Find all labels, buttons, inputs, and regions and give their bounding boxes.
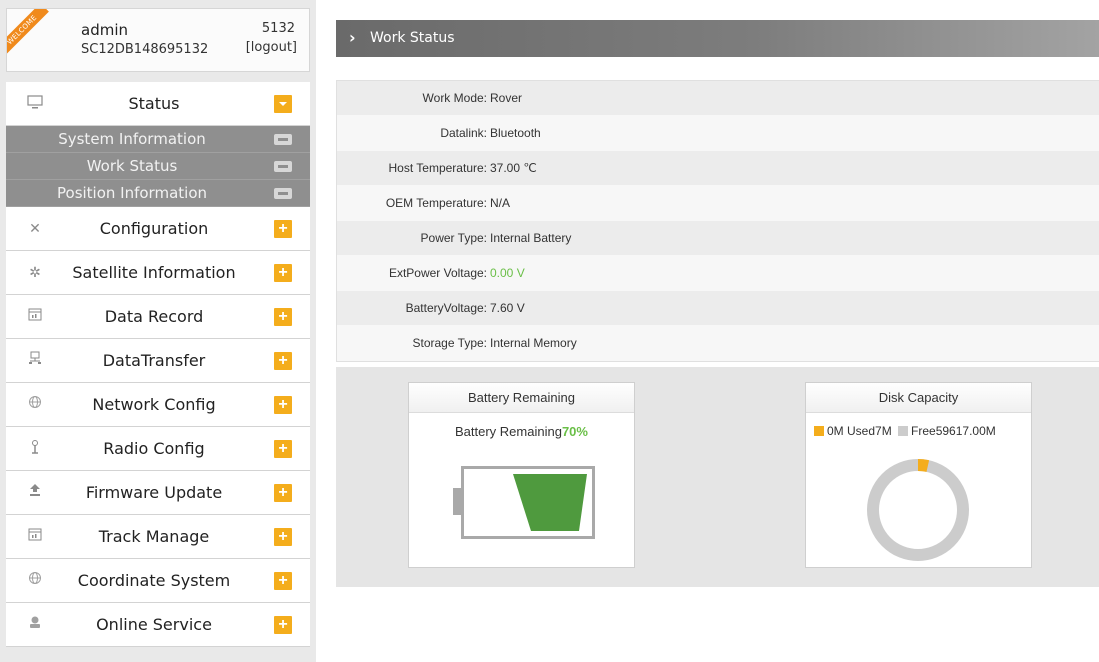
menu-item-radio-config[interactable]: Radio Config +	[6, 427, 310, 471]
status-key: Work Mode:	[422, 91, 487, 105]
main-content: › Work Status Work Mode: Rover Datalink:…	[336, 8, 1099, 662]
device-code: 5132	[261, 21, 295, 36]
monitor-icon	[26, 94, 44, 112]
plus-icon[interactable]: +	[274, 264, 292, 282]
submenu-item-work-status[interactable]: Work Status	[6, 153, 310, 180]
menu-item-coordinate-system[interactable]: Coordinate System +	[6, 559, 310, 603]
battery-percent: 70%	[561, 424, 588, 439]
plus-icon[interactable]: +	[274, 308, 292, 326]
status-value: 7.60 V	[490, 301, 525, 315]
menu-item-datatransfer[interactable]: DataTransfer +	[6, 339, 310, 383]
antenna-icon	[26, 439, 44, 457]
sidebar: WELCOME admin SC12DB148695132 5132 [logo…	[0, 0, 316, 662]
disk-panel-title: Disk Capacity	[806, 383, 1031, 413]
status-key: Host Temperature:	[388, 161, 488, 175]
globe-icon	[26, 571, 44, 589]
donut-free-segment	[867, 459, 969, 561]
status-value: 37.00 ℃	[490, 161, 537, 175]
status-key: BatteryVoltage:	[405, 301, 487, 315]
collapse-toggle-icon[interactable]	[274, 95, 292, 113]
work-status-list: Work Mode: Rover Datalink: Bluetooth Hos…	[336, 80, 1099, 362]
disk-panel: Disk Capacity 0M Used7M Free59617.00M	[805, 382, 1032, 568]
battery-icon	[461, 466, 595, 539]
battery-remaining-label: Battery Remaining	[455, 424, 562, 439]
minus-icon	[274, 161, 292, 172]
submenu-item-system-information[interactable]: System Information	[6, 126, 310, 153]
username: admin	[81, 21, 128, 39]
battery-panel-title: Battery Remaining	[409, 383, 634, 413]
used-swatch	[814, 426, 824, 436]
plus-icon[interactable]: +	[274, 572, 292, 590]
plus-icon[interactable]: +	[274, 220, 292, 238]
page-title-bar: › Work Status	[336, 20, 1099, 57]
globe-icon	[26, 395, 44, 413]
legend-used: 0M Used7M	[827, 424, 892, 438]
status-key: Power Type:	[420, 231, 487, 245]
network-icon	[26, 351, 44, 369]
welcome-ribbon: WELCOME	[7, 9, 49, 57]
status-row-work-mode: Work Mode: Rover	[337, 81, 1099, 116]
battery-terminal	[453, 488, 461, 515]
plus-icon[interactable]: +	[274, 396, 292, 414]
device-serial: SC12DB148695132	[81, 42, 209, 57]
status-value: Internal Memory	[490, 336, 577, 350]
plus-icon[interactable]: +	[274, 528, 292, 546]
plus-icon[interactable]: +	[274, 440, 292, 458]
nav-menu: Status System Information Work Status Po…	[6, 82, 310, 647]
status-key: ExtPower Voltage:	[388, 266, 487, 280]
calendar-icon	[26, 307, 44, 325]
status-value: 0.00 V	[490, 266, 525, 280]
status-row-storage-type: Storage Type: Internal Memory	[337, 326, 1099, 361]
battery-panel: Battery Remaining Battery Remaining70%	[408, 382, 635, 568]
minus-icon	[274, 134, 292, 145]
upload-icon	[26, 483, 44, 501]
menu-item-online-service[interactable]: Online Service +	[6, 603, 310, 647]
page-title: Work Status	[370, 30, 455, 46]
disk-legend: 0M Used7M Free59617.00M	[814, 424, 996, 438]
menu-item-status[interactable]: Status	[6, 82, 310, 126]
status-key: Storage Type:	[412, 336, 488, 350]
plus-icon[interactable]: +	[274, 616, 292, 634]
minus-icon	[274, 188, 292, 199]
status-row-oem-temperature: OEM Temperature: N/A	[337, 186, 1099, 221]
status-value: N/A	[490, 196, 511, 210]
menu-item-network-config[interactable]: Network Config +	[6, 383, 310, 427]
status-row-host-temperature: Host Temperature: 37.00 ℃	[337, 151, 1099, 186]
battery-level-fill	[513, 474, 587, 531]
legend-free: Free59617.00M	[911, 424, 996, 438]
service-icon	[26, 615, 44, 633]
menu-item-satellite-information[interactable]: ✲ Satellite Information +	[6, 251, 310, 295]
chevron-right-icon: ›	[349, 28, 356, 47]
calendar-icon	[26, 527, 44, 545]
menu-item-track-manage[interactable]: Track Manage +	[6, 515, 310, 559]
free-swatch	[898, 426, 909, 436]
status-key: Datalink:	[440, 126, 487, 140]
menu-item-data-record[interactable]: Data Record +	[6, 295, 310, 339]
tools-icon: ✕	[29, 220, 41, 236]
battery-remaining-text: Battery Remaining70%	[409, 424, 634, 439]
plus-icon[interactable]: +	[274, 484, 292, 502]
plus-icon[interactable]: +	[274, 352, 292, 370]
status-row-battery-voltage: BatteryVoltage: 7.60 V	[337, 291, 1099, 326]
disk-usage-donut	[867, 459, 969, 561]
satellite-icon: ✲	[29, 264, 41, 280]
status-value: Internal Battery	[490, 231, 572, 245]
user-panel: WELCOME admin SC12DB148695132 5132 [logo…	[6, 8, 310, 72]
status-row-power-type: Power Type: Internal Battery	[337, 221, 1099, 256]
status-value: Rover	[490, 91, 523, 105]
menu-label-status: Status	[128, 94, 180, 113]
submenu-item-position-information[interactable]: Position Information	[6, 180, 310, 207]
status-key: OEM Temperature:	[385, 196, 487, 210]
logout-link[interactable]: [logout]	[246, 40, 297, 55]
menu-item-firmware-update[interactable]: Firmware Update +	[6, 471, 310, 515]
status-row-datalink: Datalink: Bluetooth	[337, 116, 1099, 151]
widgets-area: Battery Remaining Battery Remaining70% D…	[336, 367, 1099, 587]
status-row-extpower-voltage: ExtPower Voltage: 0.00 V	[337, 256, 1099, 291]
menu-item-configuration[interactable]: ✕ Configuration +	[6, 207, 310, 251]
status-value: Bluetooth	[490, 126, 541, 140]
